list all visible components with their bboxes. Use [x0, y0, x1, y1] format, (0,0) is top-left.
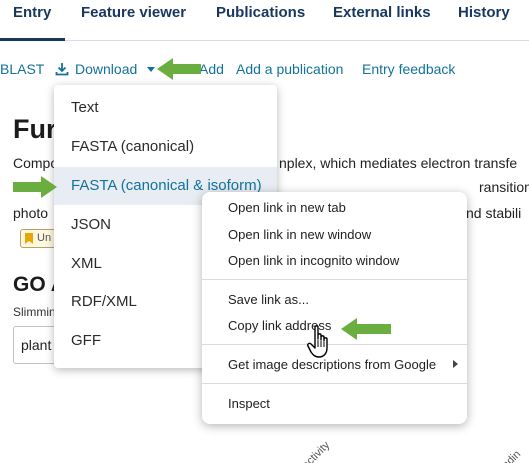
- menu-divider: [202, 279, 467, 280]
- download-icon: [55, 63, 69, 76]
- tab-entry[interactable]: Entry: [13, 4, 51, 21]
- blast-link[interactable]: BLAST: [0, 61, 44, 77]
- function-text: Compo: [13, 155, 59, 171]
- open-in-new-tab-item[interactable]: Open link in new tab: [202, 195, 467, 221]
- function-text: nplex, which mediates electron transfe: [279, 155, 518, 171]
- image-descriptions-item[interactable]: Get image descriptions from Google: [202, 352, 467, 378]
- slimming-label: Slimmin: [13, 305, 56, 319]
- copy-link-address-item[interactable]: Copy link address: [202, 313, 467, 339]
- inspect-item[interactable]: Inspect: [202, 391, 467, 417]
- add-publication-link[interactable]: Add a publication: [236, 61, 343, 77]
- badge-label: Un: [37, 232, 52, 244]
- download-button[interactable]: Download: [55, 61, 137, 77]
- tab-feature-viewer[interactable]: Feature viewer: [81, 4, 186, 21]
- hand-pointer-icon: [307, 325, 328, 358]
- download-format-fasta-canonical[interactable]: FASTA (canonical): [54, 128, 277, 166]
- download-format-text[interactable]: Text: [54, 89, 277, 127]
- context-menu: Open link in new tab Open link in new wi…: [202, 192, 467, 424]
- function-text: photo: [13, 205, 49, 221]
- flag-icon: [25, 233, 33, 244]
- page-title: Fur: [13, 114, 57, 144]
- save-link-as-item[interactable]: Save link as...: [202, 287, 467, 313]
- go-chart-label: activity: [300, 439, 333, 463]
- active-tab-indicator: [0, 38, 65, 41]
- function-text: ransitions.: [479, 179, 529, 195]
- entry-feedback-link[interactable]: Entry feedback: [362, 61, 455, 77]
- tab-bar: Entry Feature viewer Publications Extern…: [0, 0, 529, 41]
- menu-divider: [202, 344, 467, 345]
- tab-history[interactable]: History: [458, 4, 510, 21]
- caret-down-icon[interactable]: [147, 67, 155, 72]
- function-text: nd stabili: [466, 205, 522, 221]
- menu-divider: [202, 383, 467, 384]
- tab-publications[interactable]: Publications: [216, 4, 305, 21]
- download-label: Download: [75, 61, 138, 77]
- tab-external-links[interactable]: External links: [333, 4, 431, 21]
- annotation-arrow-icon: [341, 318, 391, 340]
- open-in-incognito-item[interactable]: Open link in incognito window: [202, 248, 467, 274]
- add-link[interactable]: Add: [199, 61, 224, 77]
- submenu-arrow-icon: [453, 360, 458, 368]
- evidence-badge[interactable]: Un: [20, 229, 56, 248]
- open-in-new-window-item[interactable]: Open link in new window: [202, 222, 467, 248]
- annotation-arrow-icon: [13, 176, 57, 198]
- annotation-arrow-icon: [157, 58, 201, 80]
- go-chart-label: ndin: [500, 448, 524, 463]
